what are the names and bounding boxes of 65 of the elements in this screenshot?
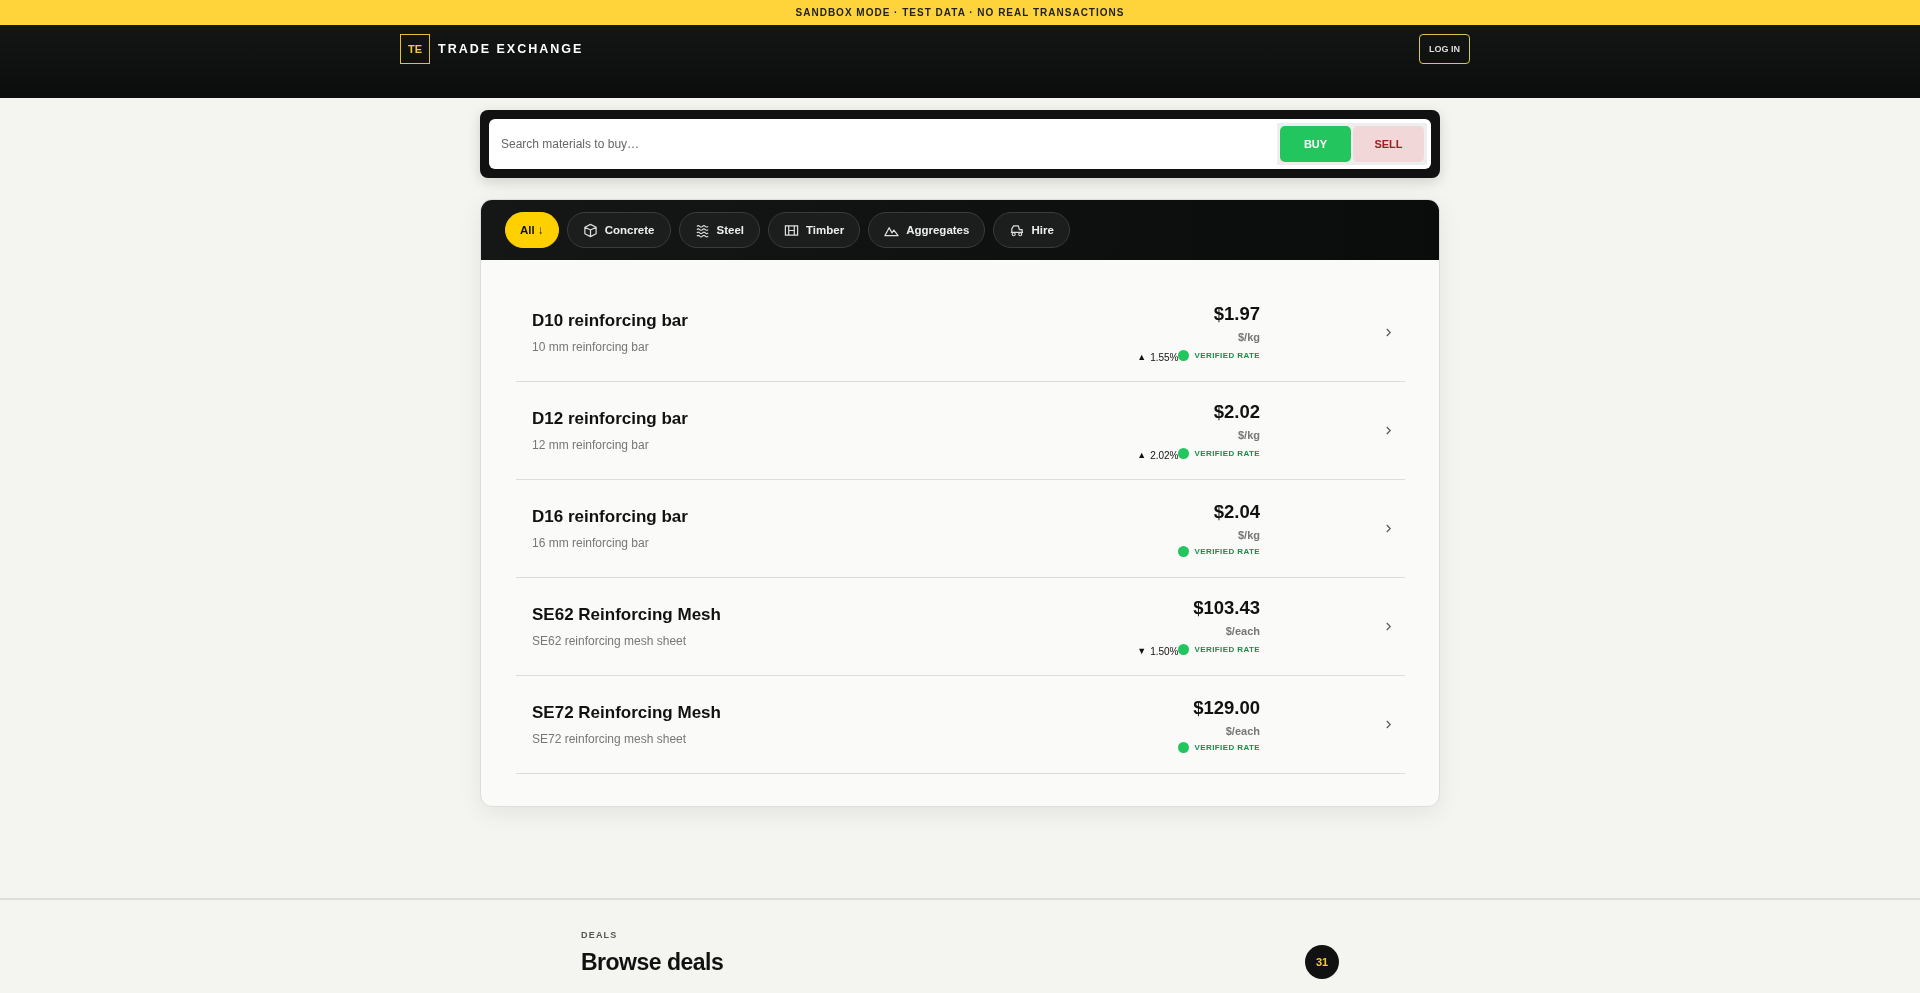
status-dot — [1178, 643, 1190, 655]
price-unit: $/kg — [1238, 330, 1260, 343]
product-name: SE72 Reinforcing Mesh — [532, 703, 722, 723]
price-unit: $/each — [1225, 624, 1260, 637]
login-button[interactable]: LOG IN — [1419, 34, 1470, 64]
product-name: D12 reinforcing bar — [532, 409, 689, 429]
section-title: Browse deals — [581, 949, 724, 976]
chevron-right-icon — [1385, 425, 1392, 436]
status-dot — [1178, 545, 1190, 557]
price: $1.97 — [1213, 302, 1260, 325]
price: $2.02 — [1213, 400, 1260, 423]
price-unit: $/kg — [1238, 428, 1260, 441]
verified-label: VERIFIED RATE — [1194, 350, 1260, 360]
product-row[interactable]: SE62 Reinforcing Mesh SE62 reinforcing mesh sheet $103.43 $/each ▼ 1.50% VERIFIED RATE — [516, 578, 1405, 676]
frame-icon — [784, 222, 799, 238]
product-row[interactable]: D12 reinforcing bar 12 mm reinforcing bar $2.02 $/kg ▲ 2.02% VERIFIED RATE — [516, 382, 1405, 480]
price-change: 1.50% — [1150, 645, 1179, 657]
status-dot — [1178, 447, 1190, 459]
waves-icon — [694, 222, 710, 238]
category-tab[interactable]: All ↓ — [505, 212, 559, 248]
section-eyebrow: DEALS — [581, 930, 619, 940]
product-row[interactable]: D10 reinforcing bar 10 mm reinforcing bar $1.97 $/kg ▲ 1.55% VERIFIED RATE — [516, 284, 1405, 382]
product-description: SE62 reinforcing mesh sheet — [532, 634, 688, 648]
change-arrow: ▲ — [1137, 352, 1147, 362]
product-description: 10 mm reinforcing bar — [532, 340, 650, 354]
price: $2.04 — [1213, 500, 1260, 523]
product-name: D10 reinforcing bar — [532, 311, 689, 331]
category-tab[interactable]: Timber — [768, 212, 861, 248]
verified-label: VERIFIED RATE — [1194, 448, 1260, 458]
category-tab[interactable]: Aggregates — [868, 212, 986, 248]
price-change: 1.55% — [1150, 351, 1179, 363]
sandbox-banner: SANDBOX MODE · TEST DATA · NO REAL TRANSACTIONS — [0, 0, 1920, 25]
status-dot — [1178, 741, 1190, 753]
verified-label: VERIFIED RATE — [1194, 644, 1260, 654]
price-unit: $/each — [1225, 724, 1260, 737]
vehicle-icon — [1009, 222, 1025, 238]
product-row[interactable]: D16 reinforcing bar 16 mm reinforcing bar $2.04 $/kg VERIFIED RATE — [516, 480, 1405, 578]
chevron-right-icon — [1385, 719, 1392, 730]
product-description: 12 mm reinforcing bar — [532, 438, 650, 452]
category-tab[interactable]: Concrete — [566, 212, 671, 248]
logo-mark[interactable]: TE — [400, 34, 430, 64]
count-badge: 31 — [1305, 945, 1339, 979]
product-description: 16 mm reinforcing bar — [532, 536, 650, 550]
change-arrow: ▼ — [1137, 646, 1147, 656]
category-tab[interactable]: Hire — [993, 212, 1070, 248]
verified-label: VERIFIED RATE — [1194, 546, 1260, 556]
mode-tab[interactable]: SELL — [1353, 126, 1424, 162]
price-unit: $/kg — [1238, 528, 1260, 541]
search-field[interactable]: Search materials to buy… — [489, 119, 1277, 169]
price: $129.00 — [1193, 696, 1260, 719]
status-dot — [1178, 349, 1190, 361]
product-row[interactable]: SE72 Reinforcing Mesh SE72 reinforcing mesh sheet $129.00 $/each VERIFIED RATE — [516, 676, 1405, 774]
verified-label: VERIFIED RATE — [1194, 742, 1260, 752]
chevron-right-icon — [1385, 327, 1392, 338]
cube-icon — [582, 222, 598, 238]
product-name: SE62 Reinforcing Mesh — [532, 605, 722, 625]
product-description: SE72 reinforcing mesh sheet — [532, 732, 688, 746]
change-arrow: ▲ — [1137, 450, 1147, 460]
price-change: 2.02% — [1150, 449, 1179, 461]
category-tab[interactable]: Steel — [678, 212, 760, 248]
price: $103.43 — [1193, 596, 1260, 619]
brand-name[interactable]: TRADE EXCHANGE — [438, 42, 584, 56]
product-name: D16 reinforcing bar — [532, 507, 689, 527]
chevron-right-icon — [1385, 523, 1392, 534]
chevron-right-icon — [1385, 621, 1392, 632]
